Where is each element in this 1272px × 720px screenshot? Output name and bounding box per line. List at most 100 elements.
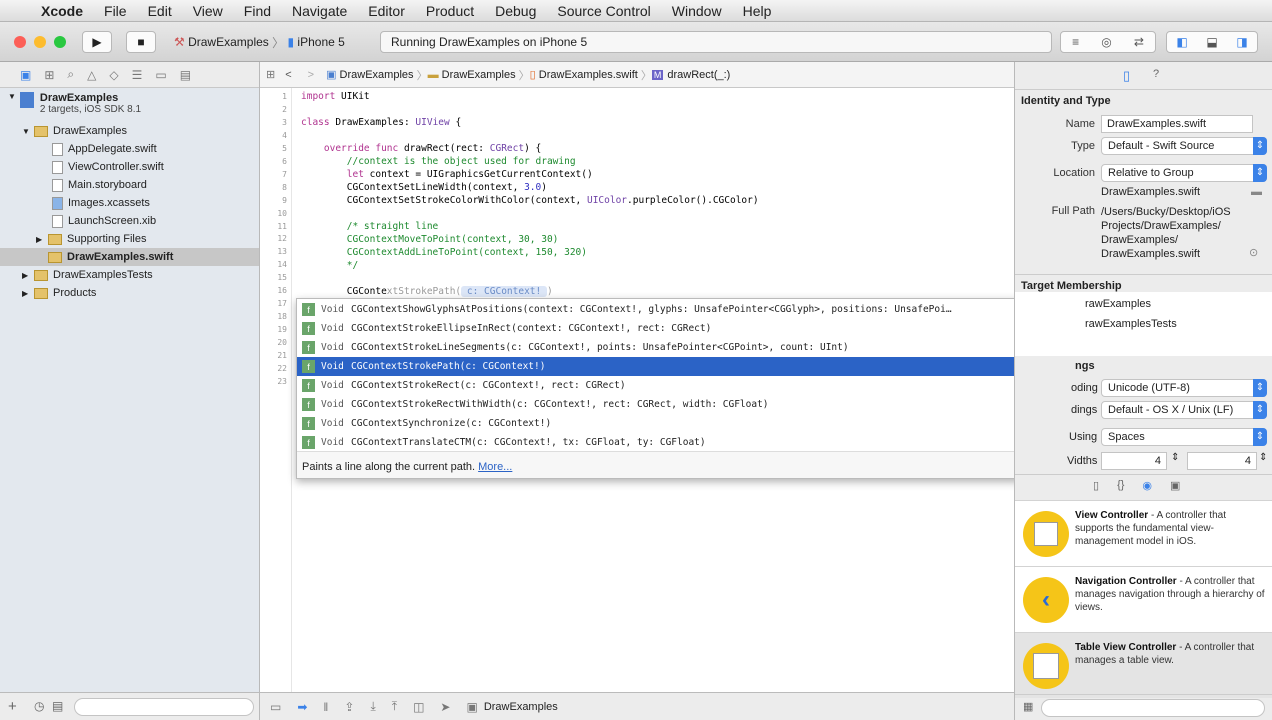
menu-edit[interactable]: Edit: [148, 3, 172, 19]
menu-navigate[interactable]: Navigate: [292, 3, 347, 19]
disclosure-triangle-icon[interactable]: ▶: [22, 289, 34, 298]
version-editor-icon[interactable]: ⇄: [1134, 35, 1144, 49]
symbol-navigator-icon[interactable]: ⊞: [44, 68, 54, 82]
menu-window[interactable]: Window: [672, 3, 722, 19]
more-link[interactable]: More...: [478, 461, 512, 473]
completion-item[interactable]: f Void CGContextShowGlyphsAtPositions(cont…: [297, 300, 1066, 319]
tree-item-tests[interactable]: ▶ DrawExamplesTests: [0, 266, 259, 284]
back-button[interactable]: <: [285, 69, 291, 81]
related-items-icon[interactable]: ⊞: [266, 68, 275, 81]
type-popup[interactable]: Default - Swift Source: [1101, 137, 1267, 155]
library-item-view-controller[interactable]: View Controller - A controller that supp…: [1015, 500, 1272, 566]
add-icon[interactable]: +: [8, 698, 17, 715]
menu-help[interactable]: Help: [743, 3, 772, 19]
library-filter-field[interactable]: [1041, 699, 1265, 717]
debug-target[interactable]: DrawExamples: [484, 701, 558, 713]
breakpoints-toggle-icon[interactable]: ➡: [297, 700, 307, 714]
target-item[interactable]: rawExamples: [1085, 298, 1151, 310]
completion-item[interactable]: f Void CGContextStrokeLineSegments(c: CGCo…: [297, 338, 1066, 357]
assistant-editor-icon[interactable]: ◎: [1101, 35, 1111, 49]
menu-find[interactable]: Find: [244, 3, 271, 19]
issue-navigator-icon[interactable]: △: [87, 68, 96, 82]
grid-view-icon[interactable]: ▦: [1023, 700, 1033, 713]
run-button[interactable]: ▶: [82, 31, 112, 53]
target-item[interactable]: rawExamplesTests: [1085, 318, 1177, 330]
library-item-navigation-controller[interactable]: ‹ Navigation Controller - A controller th…: [1015, 566, 1272, 632]
completion-item[interactable]: f Void CGContextTranslateCTM(c: CGContext!…: [297, 433, 1066, 452]
disclosure-triangle-icon[interactable]: ▼: [22, 127, 34, 136]
test-navigator-icon[interactable]: ◇: [109, 68, 118, 82]
folder-icon[interactable]: ▬: [1251, 186, 1262, 198]
hide-debug-area-icon[interactable]: ▭: [270, 700, 281, 714]
filter-field[interactable]: [74, 698, 254, 716]
tree-item-main-storyboard[interactable]: Main.storyboard: [0, 176, 259, 194]
project-navigator-icon[interactable]: ▣: [20, 68, 31, 82]
disclosure-triangle-icon[interactable]: ▶: [36, 235, 48, 244]
jump-group[interactable]: DrawExamples: [442, 69, 516, 81]
forward-button[interactable]: >: [308, 69, 314, 81]
disclosure-triangle-icon[interactable]: ▶: [22, 271, 34, 280]
view-toggle-segment[interactable]: ◧ ⬓ ◨: [1166, 31, 1258, 53]
tab-width-stepper[interactable]: ⇕: [1171, 452, 1179, 463]
stop-button[interactable]: ■: [126, 31, 156, 53]
breakpoint-navigator-icon[interactable]: ▭: [155, 68, 166, 82]
minimize-window-button[interactable]: [34, 36, 46, 48]
editor-mode-segment[interactable]: ≡ ◎ ⇄: [1060, 31, 1156, 53]
zoom-window-button[interactable]: [54, 36, 66, 48]
close-window-button[interactable]: [14, 36, 26, 48]
find-navigator-icon[interactable]: ⌕: [67, 67, 74, 82]
tree-item-images-xcassets[interactable]: Images.xcassets: [0, 194, 259, 212]
standard-editor-icon[interactable]: ≡: [1072, 35, 1079, 49]
menu-editor[interactable]: Editor: [368, 3, 405, 19]
code-snippet-icon[interactable]: {}: [1117, 479, 1124, 500]
report-navigator-icon[interactable]: ▤: [180, 68, 191, 82]
completion-item[interactable]: f Void CGContextStrokePath(c: CGContext!): [297, 357, 1066, 376]
completion-item[interactable]: f Void CGContextStrokeEllipseInRect(contex…: [297, 319, 1066, 338]
jump-method[interactable]: drawRect(_:): [667, 69, 730, 81]
tree-item-appdelegate[interactable]: AppDelegate.swift: [0, 140, 259, 158]
menu-view[interactable]: View: [193, 3, 223, 19]
tree-item-drawexamples-group[interactable]: ▼ DrawExamples: [0, 122, 259, 140]
debug-navigator-icon[interactable]: ☰: [132, 68, 143, 82]
project-root[interactable]: ▼ DrawExamples 2 targets, iOS SDK 8.1: [8, 92, 141, 115]
tree-item-products[interactable]: ▶ Products: [0, 284, 259, 302]
line-endings-popup[interactable]: Default - OS X / Unix (LF): [1101, 401, 1267, 419]
reveal-arrow-icon[interactable]: ⊙: [1249, 246, 1258, 259]
name-field[interactable]: DrawExamples.swift: [1101, 115, 1253, 133]
step-over-icon[interactable]: ⇪: [344, 700, 354, 714]
object-library-icon[interactable]: ◉: [1142, 479, 1152, 500]
placeholder-token[interactable]: c: CGContext!: [461, 286, 547, 297]
location-popup[interactable]: Relative to Group: [1101, 164, 1267, 182]
encoding-popup[interactable]: Unicode (UTF-8): [1101, 379, 1267, 397]
jump-project[interactable]: DrawExamples: [340, 69, 414, 81]
menu-source-control[interactable]: Source Control: [557, 3, 650, 19]
menu-xcode[interactable]: Xcode: [41, 3, 83, 19]
debug-toggle-icon[interactable]: ⬓: [1206, 35, 1217, 49]
menu-debug[interactable]: Debug: [495, 3, 536, 19]
recent-files-icon[interactable]: ◷: [34, 699, 44, 713]
jump-file[interactable]: DrawExamples.swift: [539, 69, 638, 81]
menu-file[interactable]: File: [104, 3, 127, 19]
navigator-toggle-icon[interactable]: ◧: [1176, 35, 1187, 49]
file-inspector-icon[interactable]: ▯: [1123, 68, 1130, 84]
library-item-table-view-controller[interactable]: Table View Controller - A controller tha…: [1015, 632, 1272, 698]
step-into-icon[interactable]: ⤓: [370, 699, 375, 714]
tree-item-viewcontroller[interactable]: ViewController.swift: [0, 158, 259, 176]
tree-item-drawexamples-swift[interactable]: DrawExamples.swift: [0, 248, 259, 266]
filter-icon[interactable]: ▤: [52, 699, 63, 713]
media-library-icon[interactable]: ▣: [1170, 479, 1180, 500]
tree-item-supporting-files[interactable]: ▶ Supporting Files: [0, 230, 259, 248]
indent-width-field[interactable]: 4: [1187, 452, 1257, 470]
tree-item-launchscreen[interactable]: LaunchScreen.xib: [0, 212, 259, 230]
indent-width-stepper[interactable]: ⇕: [1259, 452, 1267, 463]
location-icon[interactable]: ➤: [440, 700, 450, 714]
scheme-selector[interactable]: ⚒ DrawExamples 〉 ▮ iPhone 5: [168, 31, 358, 53]
file-template-icon[interactable]: ▯: [1093, 479, 1099, 500]
step-out-icon[interactable]: ⤒: [392, 699, 397, 714]
pause-icon[interactable]: ‖: [323, 700, 328, 714]
disclosure-triangle-icon[interactable]: ▼: [8, 92, 16, 115]
menu-product[interactable]: Product: [426, 3, 474, 19]
completion-item[interactable]: f Void CGContextSynchronize(c: CGContext!): [297, 414, 1066, 433]
tab-width-field[interactable]: 4: [1101, 452, 1167, 470]
completion-item[interactable]: f Void CGContextStrokeRect(c: CGContext!, …: [297, 376, 1066, 395]
